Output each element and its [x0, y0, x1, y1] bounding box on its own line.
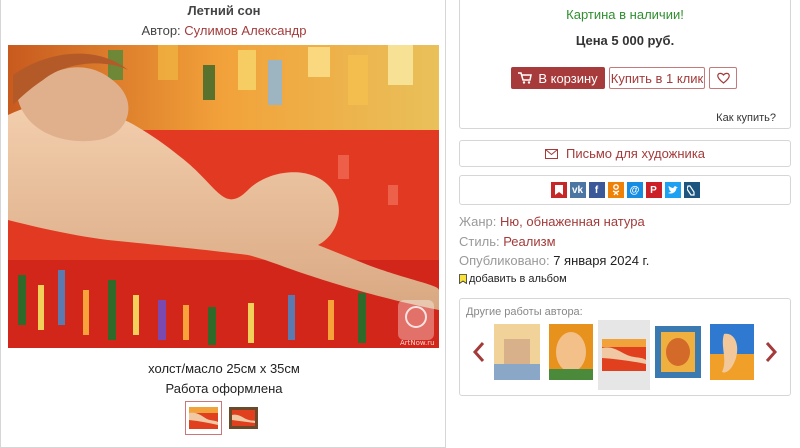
add-to-album-label: добавить в альбом: [469, 273, 567, 285]
style-row: Стиль: Реализм: [459, 234, 556, 249]
thumbnail-framed[interactable]: [225, 401, 262, 435]
chevron-left-icon[interactable]: [472, 341, 486, 363]
how-to-buy-link[interactable]: Как купить?: [716, 112, 776, 124]
author-label: Автор:: [141, 23, 181, 38]
share-bar: vk f @ P: [459, 175, 791, 205]
other-work-thumbnail[interactable]: [494, 323, 540, 381]
mail-ru-icon[interactable]: @: [626, 182, 643, 198]
add-to-album-link[interactable]: добавить в альбом: [459, 273, 567, 285]
painting-image[interactable]: ArtNow.ru: [8, 45, 439, 348]
add-to-cart-button[interactable]: В корзину: [511, 67, 605, 89]
price: Цена 5 000 руб.: [575, 33, 675, 48]
pinterest-icon[interactable]: P: [645, 182, 662, 198]
bookmark-icon: [459, 274, 467, 284]
vk-icon[interactable]: vk: [569, 182, 586, 198]
twitter-icon[interactable]: [664, 182, 681, 198]
genre-row: Жанр: Ню, обнаженная натура: [459, 214, 645, 229]
artwork-panel: Летний сон Автор: Сулимов Александр ArtN…: [0, 0, 446, 448]
style-link[interactable]: Реализм: [503, 234, 555, 249]
published-label: Опубликовано:: [459, 253, 550, 268]
genre-label: Жанр:: [459, 214, 497, 229]
genre-link[interactable]: Ню, обнаженная натура: [500, 214, 645, 229]
author-line: Автор: Сулимов Александр: [1, 23, 447, 38]
letter-label: Письмо для художника: [565, 146, 706, 161]
published-row: Опубликовано: 7 января 2024 г.: [459, 253, 649, 268]
purchase-box: Картина в наличии! Цена 5 000 руб. В кор…: [459, 0, 791, 129]
other-work-thumbnail[interactable]: [548, 323, 594, 381]
published-date: 7 января 2024 г.: [553, 253, 650, 268]
thumbnail-painting[interactable]: [185, 401, 222, 435]
buy-one-click-button[interactable]: Купить в 1 клик: [609, 67, 705, 89]
envelope-icon: [544, 148, 558, 159]
cart-icon: [518, 72, 533, 84]
style-label: Стиль:: [459, 234, 500, 249]
bookmark-icon[interactable]: [550, 182, 567, 198]
other-works-title: Другие работы автора:: [466, 306, 583, 318]
favorite-button[interactable]: [709, 67, 737, 89]
letter-to-artist-button[interactable]: Письмо для художника: [459, 140, 791, 167]
technique-text: холст/масло 25см x 35см: [148, 361, 300, 376]
author-link[interactable]: Сулимов Александр: [184, 23, 306, 38]
facebook-icon[interactable]: f: [588, 182, 605, 198]
availability-status: Картина в наличии!: [566, 7, 684, 22]
heart-icon: [716, 72, 730, 84]
watermark-text: ArtNow.ru: [400, 339, 435, 347]
odnoklassniki-icon[interactable]: [607, 182, 624, 198]
chevron-right-icon[interactable]: [764, 341, 778, 363]
other-work-thumbnail[interactable]: [655, 323, 701, 381]
add-to-cart-label: В корзину: [538, 70, 598, 86]
other-work-thumbnail[interactable]: [709, 323, 755, 381]
framed-text: Работа оформлена: [165, 381, 283, 396]
livejournal-icon[interactable]: [683, 182, 700, 198]
other-work-thumbnail-selected[interactable]: [598, 320, 650, 390]
artwork-title: Летний сон: [187, 3, 261, 18]
other-works-carousel: Другие работы автора:: [459, 298, 791, 396]
